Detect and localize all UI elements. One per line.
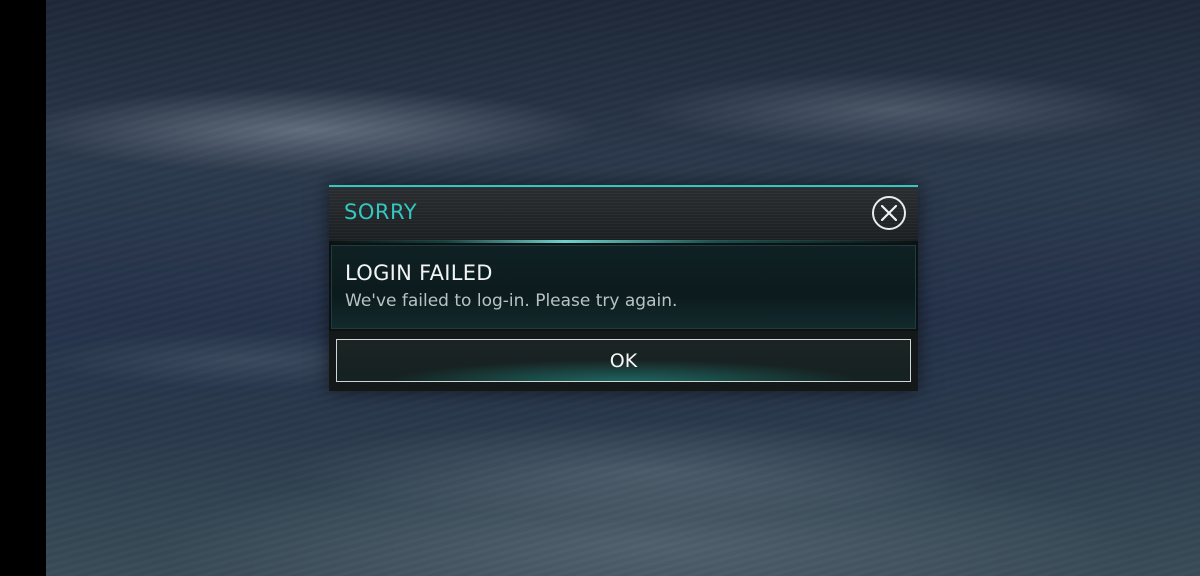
close-icon xyxy=(881,205,897,221)
ok-button-label: OK xyxy=(609,350,638,372)
dialog-header: SORRY xyxy=(329,185,918,241)
dialog-footer: OK xyxy=(329,331,918,391)
left-black-bar xyxy=(0,0,46,576)
dialog-title: SORRY xyxy=(344,200,418,224)
message-text: We've failed to log-in. Please try again… xyxy=(345,291,678,311)
message-heading: LOGIN FAILED xyxy=(345,261,493,285)
error-dialog: SORRY LOGIN FAILED We've failed to log-i… xyxy=(329,185,918,391)
header-divider-glow xyxy=(329,240,918,243)
dialog-body: LOGIN FAILED We've failed to log-in. Ple… xyxy=(331,245,916,329)
game-screen: SORRY LOGIN FAILED We've failed to log-i… xyxy=(0,0,1200,576)
close-button[interactable] xyxy=(872,196,906,230)
ok-button[interactable]: OK xyxy=(336,339,911,382)
